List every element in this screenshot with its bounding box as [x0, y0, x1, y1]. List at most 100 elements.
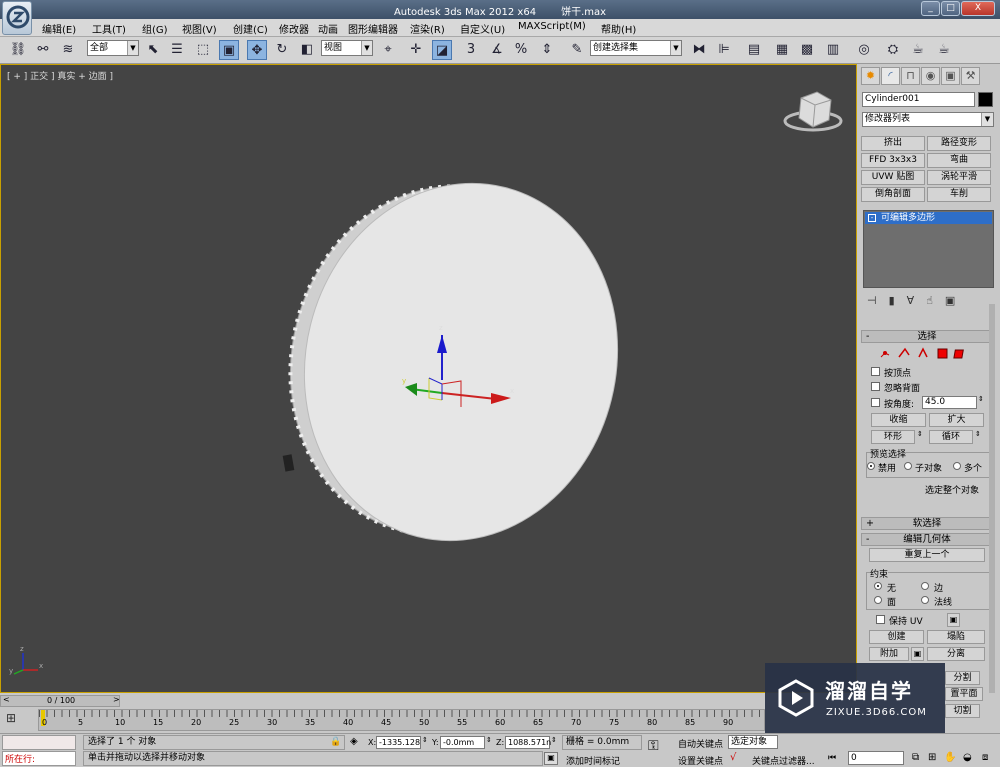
configure-sets-icon[interactable]: ▣ — [945, 294, 967, 307]
minimize-button[interactable]: _ — [921, 1, 940, 16]
polygon-level-icon[interactable] — [937, 348, 948, 359]
menu-group[interactable]: 组(G) — [142, 21, 168, 36]
time-slider-left-arrow[interactable]: < — [3, 695, 10, 704]
menu-maxscript[interactable]: MAXScript(M) — [518, 21, 586, 32]
element-level-icon[interactable] — [953, 349, 964, 359]
menu-help[interactable]: 帮助(H) — [601, 21, 636, 36]
pivot-center-icon[interactable]: ⌖ — [378, 40, 398, 60]
link-icon[interactable]: ⛓ — [8, 40, 28, 60]
add-time-tag-label[interactable]: 添加时间标记 — [566, 754, 620, 767]
loop-button[interactable]: 循环 — [929, 430, 973, 444]
modifier-list-dropdown[interactable]: 修改器列表 ▼ — [862, 112, 994, 127]
maximize-viewport-icon[interactable]: ⧈ — [982, 752, 988, 763]
key-icon[interactable]: ⚿ — [648, 738, 659, 754]
collapse-button[interactable]: 塌陷 — [927, 630, 985, 644]
close-button[interactable]: X — [961, 1, 995, 16]
by-angle-checkbox[interactable] — [871, 398, 880, 407]
select-manipulate-icon[interactable]: ✛ — [406, 40, 426, 60]
stack-item-editable-poly[interactable]: - 可编辑多边形 — [865, 212, 992, 224]
create-button[interactable]: 创建 — [869, 630, 924, 644]
key-filters-button[interactable]: 关键点过滤器... — [752, 754, 815, 767]
preserve-uv-checkbox[interactable] — [876, 615, 885, 624]
maximize-button[interactable]: □ — [941, 1, 960, 16]
modifier-turbosmooth-button[interactable]: 涡轮平滑 — [927, 170, 991, 185]
modifier-bend-button[interactable]: 弯曲 — [927, 153, 991, 168]
motion-tab-icon[interactable]: ◉ — [921, 67, 940, 85]
go-to-start-icon[interactable]: ⏮ — [828, 753, 836, 763]
make-unique-icon[interactable]: ∀ — [907, 294, 927, 307]
preview-off-radio[interactable] — [867, 462, 875, 470]
time-tag-icon[interactable]: ▣ — [544, 752, 558, 765]
preserve-uv-settings-icon[interactable]: ▣ — [947, 613, 960, 627]
by-vertex-checkbox[interactable] — [871, 367, 880, 376]
vertex-level-icon[interactable] — [880, 351, 890, 358]
select-object-icon[interactable]: ⬉ — [143, 40, 163, 60]
app-logo-icon[interactable] — [2, 1, 32, 35]
maxscript-listener[interactable] — [2, 735, 76, 750]
lock-icon[interactable]: 🔒 — [330, 737, 341, 747]
shrink-button[interactable]: 收缩 — [871, 413, 926, 427]
slice-button[interactable]: 分割 — [945, 671, 980, 685]
menu-modifiers[interactable]: 修改器 — [279, 21, 309, 36]
preview-subobj-radio[interactable] — [904, 462, 912, 470]
reference-coord-dropdown[interactable]: 视图 ▼ — [321, 40, 373, 56]
named-selection-dropdown[interactable]: 创建选择集 ▼ — [590, 40, 682, 56]
cylinder-disc[interactable] — [254, 150, 655, 574]
menu-customize[interactable]: 自定义(U) — [460, 21, 505, 36]
orbit-icon[interactable]: ◒ — [963, 752, 972, 763]
pin-stack-icon[interactable]: ⊣ — [867, 294, 889, 307]
modifier-ffd-button[interactable]: FFD 3x3x3 — [861, 153, 925, 168]
current-frame-field[interactable]: 0 — [848, 751, 904, 765]
panel-scrollbar[interactable] — [989, 304, 995, 693]
menu-tools[interactable]: 工具(T) — [92, 21, 126, 36]
rotate-icon[interactable]: ↻ — [272, 40, 292, 60]
maxscript-mini-listener[interactable]: 所在行: — [2, 751, 76, 766]
attach-button[interactable]: 附加 — [869, 647, 909, 661]
ignore-backfacing-checkbox[interactable] — [871, 382, 880, 391]
modifier-extrude-button[interactable]: 挤出 — [861, 136, 925, 151]
curve-editor-icon[interactable]: ▩ — [797, 40, 817, 60]
menu-graph-editors[interactable]: 图形编辑器 — [348, 21, 398, 36]
set-key-button[interactable]: 设置关键点 — [678, 754, 723, 767]
key-mode-dropdown[interactable]: 选定对象 — [728, 735, 778, 749]
detach-button[interactable]: 分离 — [927, 647, 985, 661]
edit-geometry-rollout-header[interactable]: - 编辑几何体 — [861, 533, 993, 546]
spinner-arrows-icon[interactable]: ⇕ — [486, 736, 492, 744]
modifier-pathdeform-button[interactable]: 路径变形 — [927, 136, 991, 151]
constraint-normal-radio[interactable] — [921, 596, 929, 604]
viewport-front[interactable]: [ + ] 正交 ] 真实 + 边面 ] z x y z x y — [0, 64, 857, 693]
slice-plane-button[interactable]: 置平面 — [945, 687, 983, 701]
modifier-uvw-button[interactable]: UVW 贴图 — [861, 170, 925, 185]
render-setup-icon[interactable]: ⛭ — [883, 40, 903, 60]
modifier-stack-list[interactable]: - 可编辑多边形 — [863, 210, 994, 288]
display-tab-icon[interactable]: ▣ — [941, 67, 960, 85]
preview-multi-radio[interactable] — [953, 462, 961, 470]
menu-rendering[interactable]: 渲染(R) — [410, 21, 445, 36]
collapse-icon[interactable]: - — [868, 214, 876, 222]
constraint-face-radio[interactable] — [874, 596, 882, 604]
mirror-icon[interactable]: ⧓ — [689, 40, 709, 60]
attach-list-icon[interactable]: ▣ — [911, 647, 924, 661]
window-crossing-icon[interactable]: ▣ — [219, 40, 239, 60]
align-icon[interactable]: ⊫ — [714, 40, 734, 60]
hierarchy-tab-icon[interactable]: ⊓ — [901, 67, 920, 85]
border-level-icon[interactable] — [918, 347, 928, 358]
spinner-arrows-icon[interactable]: ⇕ — [422, 736, 428, 744]
edge-level-icon[interactable] — [898, 347, 910, 358]
object-color-swatch[interactable] — [978, 92, 993, 107]
modify-tab-icon[interactable]: ◜ — [881, 67, 900, 85]
material-editor-icon[interactable]: ◎ — [854, 40, 874, 60]
percent-snap-icon[interactable]: % — [511, 40, 531, 60]
snap-toggle-icon[interactable]: 3 — [461, 40, 481, 60]
angle-spinner[interactable]: 45.0 — [922, 396, 977, 409]
utilities-tab-icon[interactable]: ⚒ — [961, 67, 980, 85]
mini-curve-editor-icon[interactable]: ⊞ — [6, 711, 26, 725]
constraint-none-radio[interactable] — [874, 582, 882, 590]
spinner-arrows-icon[interactable]: ⇕ — [551, 736, 557, 744]
constraint-edge-radio[interactable] — [921, 582, 929, 590]
create-tab-icon[interactable]: ✹ — [861, 67, 880, 85]
time-slider-right-arrow[interactable]: > — [113, 695, 120, 704]
quick-render-icon[interactable]: ☕ — [934, 40, 954, 60]
graphite-tools-icon[interactable]: ▦ — [772, 40, 792, 60]
menu-views[interactable]: 视图(V) — [182, 21, 217, 36]
